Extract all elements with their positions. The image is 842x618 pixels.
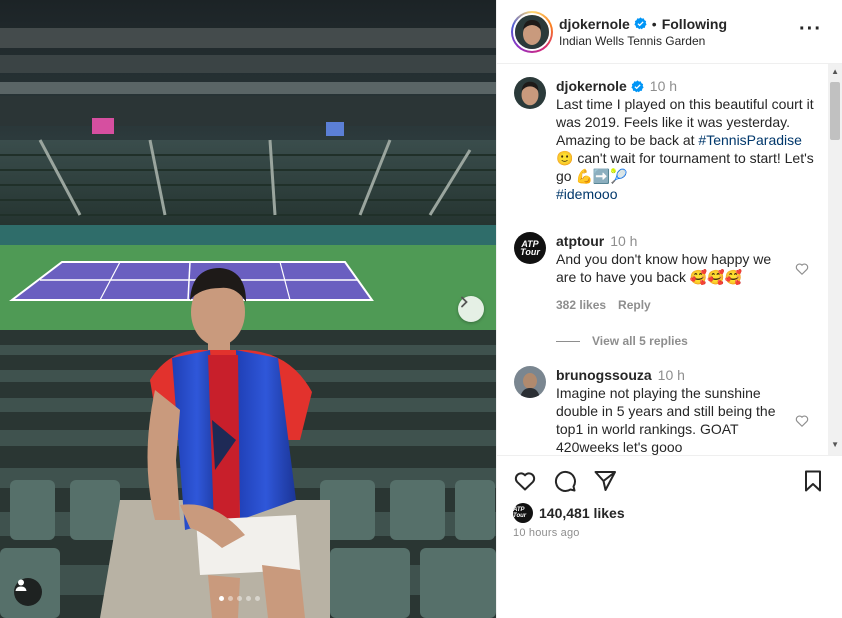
carousel-dot [246, 596, 251, 601]
view-replies-label: View all 5 replies [592, 334, 688, 348]
hashtag-link[interactable]: #idemooo [556, 186, 618, 202]
replies-divider [556, 340, 580, 342]
carousel-dot [228, 596, 233, 601]
caption-avatar[interactable] [514, 77, 546, 109]
caption-username[interactable]: djokernole [556, 78, 627, 94]
header-separator: • [651, 15, 657, 32]
atp-logo-text: ATP Tour [520, 239, 540, 257]
post-location[interactable]: Indian Wells Tennis Garden [559, 34, 727, 48]
stadium-photo [0, 0, 496, 618]
heart-icon[interactable] [795, 414, 809, 428]
comment-item: brunogssouza 10 h Imagine not playing the… [514, 366, 814, 455]
caption-avatar-image [514, 77, 546, 109]
comment-text: Imagine not playing the sunshine double … [556, 385, 776, 455]
scroll-down-arrow-icon[interactable]: ▼ [831, 440, 839, 449]
scroll-up-arrow-icon[interactable]: ▲ [831, 67, 839, 76]
comment-username[interactable]: brunogssouza [556, 367, 652, 383]
comment-username[interactable]: atptour [556, 233, 604, 249]
comment-avatar[interactable] [514, 366, 546, 398]
hashtag-link[interactable]: #TennisParadise [698, 132, 802, 148]
likes-label: 140,481 likes [539, 505, 625, 521]
verified-badge-icon [631, 80, 644, 93]
post-header: djokernole • Following Indian Wells Tenn… [497, 0, 842, 64]
tagged-users-button[interactable] [14, 578, 42, 606]
scrollbar-thumb[interactable] [830, 82, 840, 140]
following-button[interactable]: Following [662, 16, 727, 32]
chevron-right-icon [461, 296, 468, 308]
carousel-dot [255, 596, 260, 601]
verified-badge-icon [634, 17, 647, 30]
author-avatar-image [515, 14, 549, 49]
author-avatar[interactable] [511, 10, 553, 53]
comment-icon[interactable] [553, 469, 577, 493]
user-icon [15, 579, 27, 591]
author-username[interactable]: djokernole [559, 16, 630, 32]
bookmark-icon[interactable] [801, 469, 825, 493]
likes-count[interactable]: ATP Tour 140,481 likes [513, 503, 625, 523]
carousel-indicator [219, 596, 260, 601]
caption-text-part: 🙂 can't wait for tournament to start! Le… [556, 150, 814, 184]
comment-text: And you don't know how happy we are to h… [556, 251, 772, 285]
comment-time: 10 h [610, 233, 638, 249]
posted-time[interactable]: 10 hours ago [513, 527, 580, 539]
carousel-dot [219, 596, 224, 601]
next-photo-button[interactable] [458, 296, 484, 322]
more-options-button[interactable]: ··· [799, 19, 822, 39]
carousel-dot [237, 596, 242, 601]
caption-time: 10 h [649, 78, 678, 94]
caption-text: Last time I played on this beautiful cou… [556, 95, 814, 203]
liker-avatar: ATP Tour [513, 503, 533, 523]
view-replies-button[interactable]: View all 5 replies [556, 334, 688, 348]
reply-button[interactable]: Reply [618, 298, 651, 312]
comment-time: 10 h [657, 367, 685, 383]
comment-item: ATP Tour atptour 10 h And you don't know … [514, 232, 814, 314]
post-photo[interactable] [0, 0, 496, 618]
post-actions: ATP Tour 140,481 likes 10 hours ago [497, 455, 842, 618]
comment-likes[interactable]: 382 likes [556, 298, 606, 312]
caption: djokernole 10 h Last time I played on thi… [514, 77, 814, 203]
send-icon[interactable] [593, 469, 617, 493]
heart-icon[interactable] [795, 262, 809, 276]
heart-icon[interactable] [513, 469, 537, 493]
comment-avatar[interactable]: ATP Tour [514, 232, 546, 264]
comments-list[interactable]: djokernole 10 h Last time I played on thi… [497, 64, 842, 455]
comment-avatar-image [514, 366, 546, 398]
liker-avatar-text: ATP Tour [513, 507, 527, 519]
post-side-panel: djokernole • Following Indian Wells Tenn… [496, 0, 842, 618]
